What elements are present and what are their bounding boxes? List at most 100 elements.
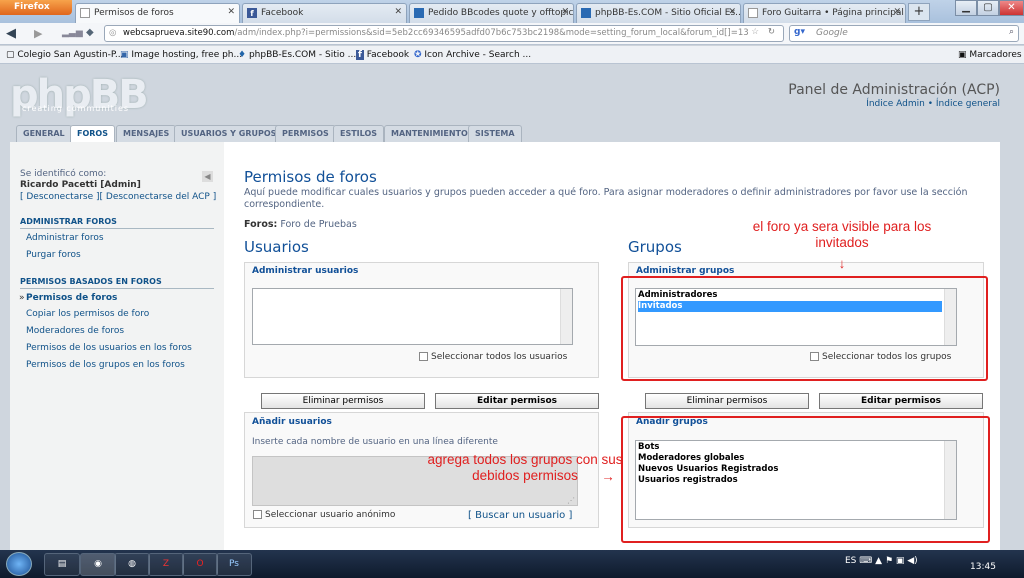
bookmark-phpbb-es[interactable]: ♦ phpBB-Es.COM - Sitio ...	[238, 50, 356, 60]
annotation-down-arrow: ↓	[838, 256, 846, 271]
sidebar-item-permisos-usuarios[interactable]: Permisos de los usuarios en los foros	[26, 343, 192, 353]
select-all-users[interactable]: Seleccionar todos los usuarios	[419, 352, 567, 362]
close-tab-icon[interactable]: ✕	[227, 7, 235, 17]
minimize-button[interactable]: ▁	[955, 0, 977, 16]
select-anonymous[interactable]: Seleccionar usuario anónimo	[253, 510, 395, 520]
phpbb-icon	[414, 8, 424, 18]
tab-label: Permisos de foros	[94, 8, 174, 18]
bookmark-facebook[interactable]: f Facebook	[356, 50, 409, 60]
globe-icon: ◎	[109, 28, 117, 38]
select-anonymous-checkbox[interactable]	[253, 510, 262, 519]
remove-user-permissions-button[interactable]: Eliminar permisos	[261, 393, 425, 409]
bookmarks-menu[interactable]: ▣ Marcadores	[958, 50, 1022, 60]
manage-users-legend: Administrar usuarios	[252, 266, 359, 276]
edit-user-permissions-button[interactable]: Editar permisos	[435, 393, 599, 409]
tab-usuarios-grupos[interactable]: USUARIOS Y GRUPOS	[174, 125, 284, 142]
tray-expand-icon[interactable]: ▲	[875, 556, 885, 566]
bookmark-colegio[interactable]: ▢ Colegio San Agustin-P...	[6, 50, 123, 60]
tab-facebook[interactable]: f Facebook ✕	[242, 3, 407, 23]
url-bar[interactable]: ◎ webcsaprueva.site90.com/adm/index.php?…	[104, 25, 784, 42]
manage-groups-legend: Administrar grupos	[636, 266, 735, 276]
remove-group-permissions-button[interactable]: Eliminar permisos	[645, 393, 809, 409]
maximize-button[interactable]: ▢	[977, 0, 999, 16]
photoshop-icon[interactable]: Ps	[216, 553, 252, 576]
resize-grip-icon[interactable]: ⋰	[567, 496, 575, 505]
keyboard-icon[interactable]: ⌨	[859, 556, 875, 566]
find-user-link[interactable]: [ Buscar un usuario ]	[468, 510, 572, 521]
tab-phpbb-es[interactable]: phpBB-Es.COM - Sitio Oficial Es... ✕	[576, 3, 741, 23]
bookmark-label: phpBB-Es.COM - Sitio ...	[248, 50, 357, 60]
tab-label: Facebook	[261, 8, 304, 18]
system-tray: ES ⌨ ▲ ⚑ ▣ ◀)	[845, 556, 918, 566]
sidebar-item-permisos-foros[interactable]: Permisos de foros	[26, 293, 117, 303]
explorer-icon[interactable]: ▤	[44, 553, 80, 576]
page-title: Permisos de foros	[244, 168, 377, 186]
tab-permisos[interactable]: Permisos de foros ✕	[75, 3, 240, 23]
opera-icon[interactable]: O	[182, 553, 218, 576]
close-tab-icon[interactable]: ✕	[728, 7, 736, 17]
bookmark-label: Icon Archive - Search ...	[424, 50, 532, 60]
firefox-icon[interactable]: ◉	[80, 553, 116, 576]
annotation-bottom-note: agrega todos los grupos con sus debidos …	[427, 452, 623, 483]
firefox-menu-button[interactable]: Firefox	[0, 0, 72, 15]
tab-label: Pedido BBcodes quote y offtopic	[428, 8, 574, 18]
reload-icon[interactable]: ↻	[768, 27, 775, 37]
tab-foros[interactable]: FOROS	[70, 125, 115, 143]
shield-icon[interactable]: ◆	[86, 27, 94, 38]
new-tab-button[interactable]: +	[908, 3, 930, 21]
tab-permisos[interactable]: PERMISOS	[275, 125, 336, 142]
tab-mensajes[interactable]: MENSAJES	[116, 125, 177, 142]
bookmark-image-hosting[interactable]: ▣ Image hosting, free ph...	[120, 50, 242, 60]
volume-icon[interactable]: ◀)	[907, 556, 917, 566]
acp-links: Índice Admin • Índice general	[866, 99, 1000, 109]
magnifier-icon[interactable]: ⌕	[1009, 27, 1014, 37]
url-host: webcsaprueva.site90.com	[123, 28, 235, 38]
search-input[interactable]: g▾ Google ⌕	[789, 25, 1019, 42]
language-indicator[interactable]: ES	[845, 556, 856, 566]
page-description: Aquí puede modificar cuales usuarios y g…	[244, 187, 968, 210]
tab-sistema[interactable]: SISTEMA	[468, 125, 522, 142]
users-listbox[interactable]	[252, 288, 573, 345]
close-tab-icon[interactable]: ✕	[561, 7, 569, 17]
collapse-sidebar-icon[interactable]: ◀	[202, 171, 213, 182]
chrome-icon[interactable]: ◍	[114, 553, 150, 576]
close-tab-icon[interactable]: ✕	[394, 7, 402, 17]
sidebar-item-permisos-grupos[interactable]: Permisos de los grupos en los foros	[26, 360, 185, 370]
bookmark-icon-archive[interactable]: ✪ Icon Archive - Search ...	[414, 50, 531, 60]
close-tab-icon[interactable]: ✕	[893, 7, 901, 17]
start-button[interactable]	[6, 552, 32, 576]
logout-links[interactable]: [ Desconectarse ][ Desconectarse del ACP…	[20, 192, 216, 202]
bookmark-label: Colegio San Agustin-P...	[17, 50, 124, 60]
tab-mantenimiento[interactable]: MANTENIMIENTO	[384, 125, 475, 142]
tab-bbcodes[interactable]: Pedido BBcodes quote y offtopic ✕	[409, 3, 574, 23]
back-icon[interactable]: ◀	[6, 26, 16, 41]
close-window-button[interactable]: ✕	[999, 0, 1024, 16]
sidebar-item-copiar-permisos[interactable]: Copiar los permisos de foro	[26, 309, 149, 319]
link-index-admin[interactable]: Índice Admin	[866, 99, 925, 109]
section-administrar-foros: ADMINISTRAR FOROS	[20, 217, 214, 229]
clock[interactable]: 13:45	[970, 562, 996, 572]
bookmarks-icon: ▣	[958, 50, 970, 60]
highlight-box-add-groups	[621, 416, 990, 543]
active-item-marker: »	[19, 293, 25, 303]
username: Ricardo Pacetti [Admin]	[20, 180, 141, 190]
link-index-general[interactable]: Índice general	[936, 99, 1000, 109]
sidebar-item-purgar-foros[interactable]: Purgar foros	[26, 250, 81, 260]
select-all-users-checkbox[interactable]	[419, 352, 428, 361]
edit-group-permissions-button[interactable]: Editar permisos	[819, 393, 983, 409]
forward-icon[interactable]: ▶	[34, 27, 42, 40]
tab-estilos[interactable]: ESTILOS	[333, 125, 385, 142]
network-icon[interactable]: ▣	[896, 556, 907, 566]
sidebar-item-administrar-foros[interactable]: Administrar foros	[26, 233, 104, 243]
scrollbar[interactable]	[560, 289, 572, 344]
tab-general[interactable]: GENERAL	[16, 125, 72, 142]
flag-icon[interactable]: ⚑	[885, 556, 896, 566]
search-placeholder: Google	[816, 28, 848, 38]
bookmark-label: Facebook	[366, 50, 410, 60]
sidebar-item-moderadores[interactable]: Moderadores de foros	[26, 326, 124, 336]
section-permisos-foros: PERMISOS BASADOS EN FOROS	[20, 277, 214, 289]
star-icon[interactable]: ☆	[751, 27, 759, 37]
tab-foro-guitarra[interactable]: Foro Guitarra • Página principal ✕	[743, 3, 906, 23]
image-icon: ▣	[120, 50, 132, 60]
filezilla-icon[interactable]: Z	[148, 553, 184, 576]
